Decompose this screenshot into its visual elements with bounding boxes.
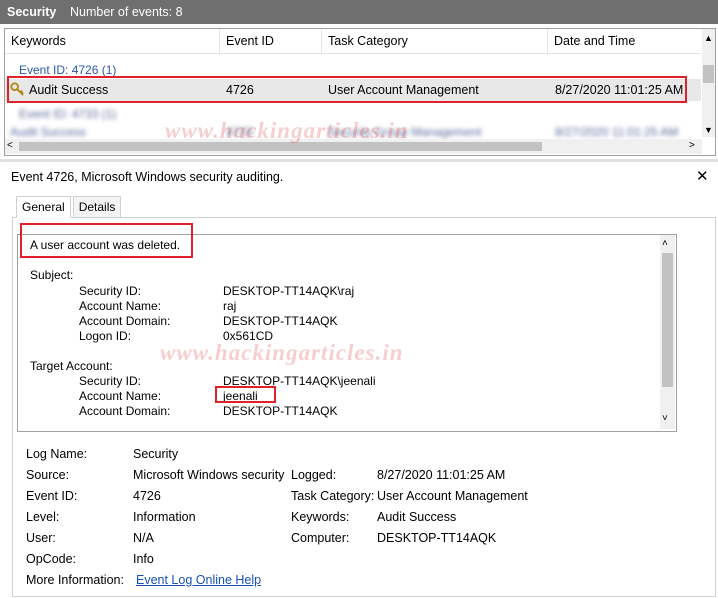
level-value: Information: [133, 510, 196, 524]
event-id-label: Event ID:: [26, 489, 78, 503]
detail-tabs: General Details: [16, 196, 122, 218]
event-log-online-help-link[interactable]: Event Log Online Help: [136, 573, 261, 587]
opcode-value: Info: [133, 552, 154, 566]
logged-value: 8/27/2020 11:01:25 AM: [377, 468, 506, 482]
tab-details[interactable]: Details: [72, 196, 122, 218]
chevron-down-icon[interactable]: ˅: [662, 413, 668, 424]
highlight-box-row: [7, 76, 687, 103]
subject-security-id-value: DESKTOP-TT14AQK\raj: [223, 284, 355, 298]
log-name-value: Security: [133, 447, 179, 461]
subject-security-id-label: Security ID:: [79, 284, 142, 298]
vertical-scrollbar[interactable]: [702, 29, 715, 137]
column-header-task-category[interactable]: Task Category: [322, 29, 548, 53]
computer-label: Computer:: [291, 531, 350, 545]
subject-logon-id-label: Logon ID:: [79, 329, 132, 343]
pane-splitter[interactable]: [0, 159, 718, 162]
chevron-up-icon[interactable]: ˄: [662, 238, 668, 249]
column-header-event-id[interactable]: Event ID: [220, 29, 322, 53]
target-account-label: Target Account:: [30, 359, 113, 373]
more-information-label: More Information:: [26, 573, 124, 587]
blurred-group-header: Event ID: 4733 (1): [19, 107, 117, 121]
source-value: Microsoft Windows security: [133, 468, 285, 482]
user-value: N/A: [133, 531, 154, 545]
subject-account-domain-label: Account Domain:: [79, 314, 171, 328]
source-label: Source:: [26, 468, 70, 482]
subject-label: Subject:: [30, 268, 74, 282]
target-security-id-label: Security ID:: [79, 374, 142, 388]
column-header-keywords[interactable]: Keywords: [5, 29, 220, 53]
logged-label: Logged:: [291, 468, 337, 482]
keywords-label: Keywords:: [291, 510, 350, 524]
column-header-date-time[interactable]: Date and Time: [548, 29, 701, 53]
watermark-lower: www.hackingarticles.in: [160, 340, 404, 365]
keywords-value: Audit Success: [377, 510, 457, 524]
subject-account-name-value: raj: [223, 299, 237, 313]
group-header[interactable]: Event ID: 4726 (1): [19, 63, 116, 77]
blurred-row-date-time: 8/27/2020 11:01:25 AM: [555, 125, 679, 139]
vertical-scroll-thumb[interactable]: [703, 65, 714, 83]
subject-account-domain-value: DESKTOP-TT14AQK: [223, 314, 338, 328]
log-title: Security: [7, 5, 57, 19]
close-icon[interactable]: ✕: [696, 167, 709, 185]
description-scroll-thumb[interactable]: [662, 253, 673, 387]
target-account-domain-label: Account Domain:: [79, 404, 171, 418]
watermark: www.hackingarticles.in: [165, 118, 409, 143]
task-category-value: User Account Management: [377, 489, 528, 503]
tab-general[interactable]: General: [16, 196, 71, 218]
scroll-up-icon[interactable]: ▲: [704, 33, 713, 43]
grid-header: Keywords Event ID Task Category Date and…: [5, 29, 701, 54]
title-bar: Security Number of events: 8: [0, 0, 718, 24]
computer-value: DESKTOP-TT14AQK: [377, 531, 497, 545]
highlight-box-account-name: [215, 386, 276, 403]
user-label: User:: [26, 531, 56, 545]
target-account-domain-value: DESKTOP-TT14AQK: [223, 404, 338, 418]
blurred-row-keywords: Audit Success: [10, 125, 87, 139]
subject-account-name-label: Account Name:: [79, 299, 162, 313]
scroll-down-icon[interactable]: ▼: [704, 125, 713, 135]
event-id-value: 4726: [133, 489, 161, 503]
highlight-box-headline: [20, 223, 193, 258]
target-account-name-label: Account Name:: [79, 389, 162, 403]
scroll-left-icon[interactable]: <: [7, 140, 13, 151]
event-count: Number of events: 8: [70, 5, 183, 19]
detail-pane-title: Event 4726, Microsoft Windows security a…: [11, 170, 284, 184]
scroll-right-icon[interactable]: >: [689, 140, 695, 151]
opcode-label: OpCode:: [26, 552, 77, 566]
level-label: Level:: [26, 510, 60, 524]
log-name-label: Log Name:: [26, 447, 88, 461]
task-category-label: Task Category:: [291, 489, 375, 503]
